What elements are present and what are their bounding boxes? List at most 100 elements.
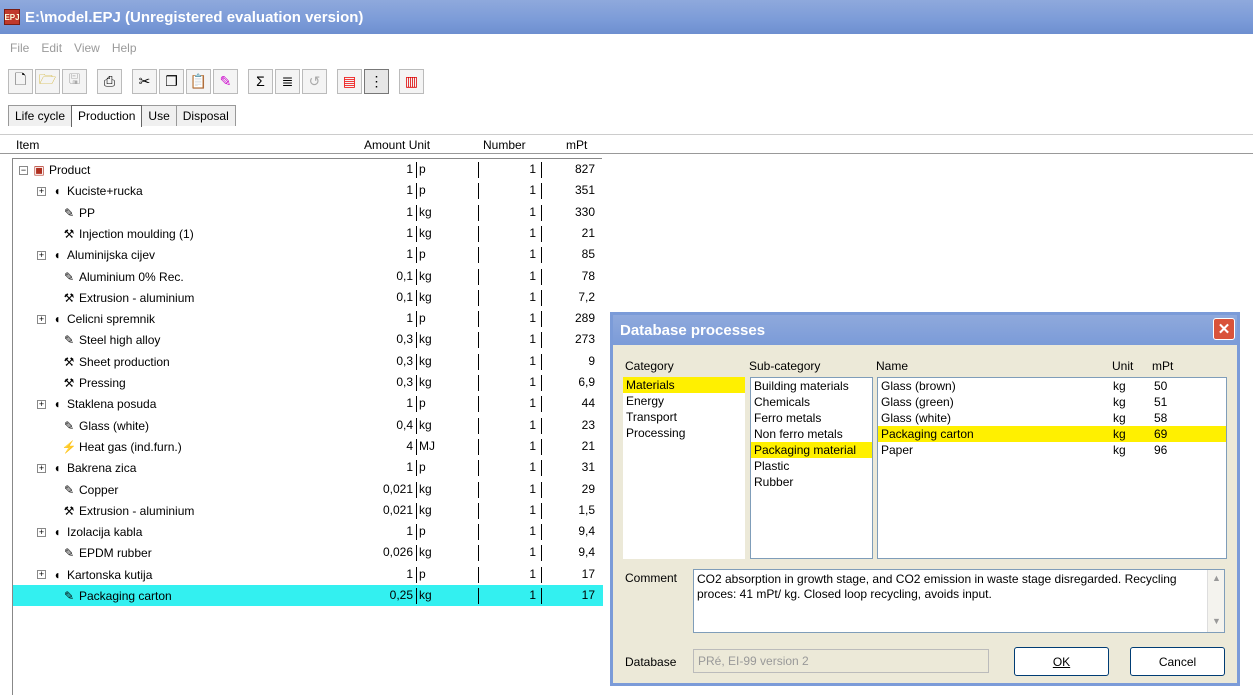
comment-box[interactable]: CO2 absorption in growth stage, and CO2 …: [693, 569, 1225, 633]
row-unit: p: [416, 311, 426, 328]
tree-row[interactable]: ⚒ Extrusion - aluminium 0,1 kg 1 7,2: [13, 287, 603, 308]
toolbar: 🗋 🗁 🖫 ⎙ ✂ ❐ 📋 ✎ Σ ≣ ↺ ▤ ⋮ ▥: [8, 66, 424, 96]
subcategory-item[interactable]: Rubber: [751, 474, 872, 490]
menu-file[interactable]: File: [10, 41, 29, 55]
tab-production[interactable]: Production: [71, 105, 143, 127]
tree-row[interactable]: ⚒ Sheet production 0,3 kg 1 9: [13, 351, 603, 372]
paste-icon[interactable]: 📋: [186, 68, 211, 94]
tree-row[interactable]: ✎ Copper 0,021 kg 1 29: [13, 479, 603, 500]
network-icon[interactable]: ▤: [337, 68, 362, 94]
tree-row[interactable]: ✎ Aluminium 0% Rec. 0,1 kg 1 78: [13, 266, 603, 287]
tree-row[interactable]: ✎ Packaging carton 0,25 kg 1 17: [13, 585, 603, 606]
tree-row[interactable]: + ◖ Izolacija kabla 1 p 1 9,4: [13, 521, 603, 542]
row-mpt: 31: [541, 460, 597, 477]
tab-use[interactable]: Use: [141, 105, 177, 126]
expand-icon[interactable]: +: [37, 399, 46, 409]
process-item[interactable]: Glass (green) kg 51: [878, 394, 1226, 410]
tree-row[interactable]: ✎ EPDM rubber 0,026 kg 1 9,4: [13, 542, 603, 563]
assembly-icon: ◖: [53, 184, 61, 199]
tab-life-cycle[interactable]: Life cycle: [8, 105, 73, 126]
row-unit: p: [416, 460, 426, 477]
save-icon[interactable]: 🖫: [62, 68, 87, 94]
tree-icon[interactable]: ⋮: [364, 68, 389, 94]
tab-disposal[interactable]: Disposal: [175, 105, 236, 126]
collapse-icon[interactable]: −: [19, 165, 28, 175]
menu-help[interactable]: Help: [112, 41, 137, 55]
tree-row[interactable]: ⚡ Heat gas (ind.furn.) 4 MJ 1 21: [13, 436, 603, 457]
process-item[interactable]: Paper kg 96: [878, 442, 1226, 458]
cancel-button[interactable]: Cancel: [1130, 647, 1225, 676]
menu-edit[interactable]: Edit: [41, 41, 62, 55]
expand-icon[interactable]: +: [37, 570, 46, 580]
expand-icon[interactable]: +: [37, 186, 46, 196]
category-list[interactable]: Materials Energy Transport Processing: [623, 377, 745, 559]
process-name: Glass (brown): [881, 379, 956, 393]
expand-icon[interactable]: +: [37, 463, 46, 473]
open-icon[interactable]: 🗁: [35, 68, 60, 94]
tree-row-label: EPDM rubber: [79, 546, 152, 561]
expand-icon[interactable]: +: [37, 527, 46, 537]
tree-row[interactable]: + ◖ Staklena posuda 1 p 1 44: [13, 393, 603, 414]
tree-row[interactable]: + ◖ Kartonska kutija 1 p 1 17: [13, 564, 603, 585]
subcategory-item[interactable]: Building materials: [751, 378, 872, 394]
expand-icon[interactable]: +: [37, 314, 46, 324]
sigma-icon[interactable]: Σ: [248, 68, 273, 94]
header-amount-unit[interactable]: Amount Unit: [364, 138, 430, 152]
row-number: 1: [478, 502, 538, 519]
new-icon[interactable]: 🗋: [8, 68, 33, 94]
subcategory-item[interactable]: Packaging material: [751, 442, 872, 458]
process-item[interactable]: Packaging carton kg 69: [878, 426, 1226, 442]
row-number: 1: [478, 247, 538, 264]
comment-scrollbar[interactable]: ▲ ▼: [1207, 570, 1224, 632]
subcategory-list[interactable]: Building materials Chemicals Ferro metals N…: [750, 377, 873, 559]
header-number[interactable]: Number: [483, 138, 526, 152]
process-mpt: 96: [1154, 443, 1168, 457]
row-number: 1: [478, 417, 538, 434]
category-item[interactable]: Materials: [623, 377, 745, 393]
calc-icon[interactable]: ≣: [275, 68, 300, 94]
row-mpt: 29: [541, 481, 597, 498]
tree-row[interactable]: + ◖ Kuciste+rucka 1 p 1 351: [13, 180, 603, 201]
subcategory-item[interactable]: Plastic: [751, 458, 872, 474]
tree-row[interactable]: + ◖ Celicni spremnik 1 p 1 289: [13, 308, 603, 329]
scroll-up-icon[interactable]: ▲: [1208, 570, 1225, 587]
expand-icon[interactable]: +: [37, 250, 46, 260]
category-item[interactable]: Energy: [623, 393, 745, 409]
tree-row[interactable]: ✎ Glass (white) 0,4 kg 1 23: [13, 415, 603, 436]
tree-row[interactable]: ⚒ Injection moulding (1) 1 kg 1 21: [13, 223, 603, 244]
chart-icon[interactable]: ▥: [399, 68, 424, 94]
subcategory-item[interactable]: Chemicals: [751, 394, 872, 410]
category-item[interactable]: Processing: [623, 425, 745, 441]
copy-icon[interactable]: ❐: [159, 68, 184, 94]
subcategory-item[interactable]: Ferro metals: [751, 410, 872, 426]
mpt-label: mPt: [1152, 359, 1174, 373]
close-icon[interactable]: ✕: [1213, 318, 1235, 340]
tree-row[interactable]: + ◖ Aluminijska cijev 1 p 1 85: [13, 244, 603, 265]
subcategory-item[interactable]: Non ferro metals: [751, 426, 872, 442]
ok-button[interactable]: OK: [1014, 647, 1109, 676]
cut-icon[interactable]: ✂: [132, 68, 157, 94]
tree-row[interactable]: ✎ PP 1 kg 1 330: [13, 202, 603, 223]
process-item[interactable]: Glass (brown) kg 50: [878, 378, 1226, 394]
header-item[interactable]: Item: [16, 138, 39, 152]
row-mpt: 9,4: [541, 545, 597, 562]
tree-row[interactable]: ⚒ Extrusion - aluminium 0,021 kg 1 1,5: [13, 500, 603, 521]
edit-icon[interactable]: ✎: [213, 68, 238, 94]
print-icon[interactable]: ⎙: [97, 68, 122, 94]
row-mpt: 21: [541, 225, 597, 242]
tree-row[interactable]: ✎ Steel high alloy 0,3 kg 1 273: [13, 329, 603, 350]
category-item[interactable]: Transport: [623, 409, 745, 425]
material-icon: ✎: [63, 418, 75, 433]
menu-view[interactable]: View: [74, 41, 100, 55]
row-unit: p: [416, 396, 426, 413]
undo-icon[interactable]: ↺: [302, 68, 327, 94]
scroll-down-icon[interactable]: ▼: [1208, 613, 1225, 630]
tree-row[interactable]: + ◖ Bakrena zica 1 p 1 31: [13, 457, 603, 478]
process-name-list[interactable]: Glass (brown) kg 50 Glass (green) kg 51 Glass …: [877, 377, 1227, 559]
tree-row[interactable]: − ▣ Product 1 p 1 827: [13, 159, 603, 180]
row-amount: 0,021: [382, 502, 413, 517]
process-item[interactable]: Glass (white) kg 58: [878, 410, 1226, 426]
header-mpt[interactable]: mPt: [566, 138, 587, 152]
tree-row[interactable]: ⚒ Pressing 0,3 kg 1 6,9: [13, 372, 603, 393]
energy-icon: ⚡: [61, 439, 77, 454]
